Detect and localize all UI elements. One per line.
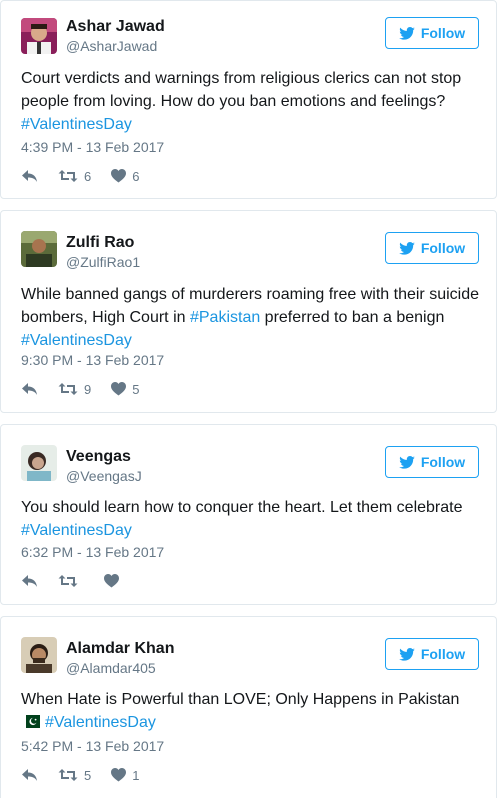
like-count: 6 — [132, 168, 140, 184]
tweet-card: Zulfi Rao @ZulfiRao1 Follow While banned… — [0, 210, 497, 413]
reply-icon — [22, 769, 37, 781]
pakistan-flag-icon — [21, 715, 40, 728]
retweet-icon — [58, 769, 78, 781]
hashtag-link[interactable]: #ValentinesDay — [45, 714, 156, 731]
tweet-text: When Hate is Powerful than LOVE; Only Ha… — [21, 691, 460, 731]
user-handle[interactable]: @Alamdar405 — [66, 660, 156, 676]
follow-label: Follow — [420, 454, 466, 470]
heart-icon — [111, 768, 127, 782]
reply-icon — [22, 383, 37, 395]
tweet-card: Ashar Jawad @AsharJawad Follow Court ver… — [0, 0, 497, 199]
tweet-timestamp[interactable]: 6:32 PM - 13 Feb 2017 — [21, 544, 164, 560]
tweet-feed: Ashar Jawad @AsharJawad Follow Court ver… — [0, 0, 501, 798]
avatar[interactable] — [21, 18, 57, 54]
retweet-icon — [58, 383, 78, 395]
like-button[interactable]: 1 — [111, 768, 139, 783]
reply-icon — [22, 575, 37, 587]
twitter-bird-icon — [399, 241, 415, 255]
retweet-icon — [58, 575, 78, 587]
hashtag-link[interactable]: #ValentinesDay — [21, 522, 132, 539]
avatar[interactable] — [21, 637, 57, 673]
like-count: 1 — [132, 767, 140, 783]
avatar[interactable] — [21, 231, 57, 267]
hashtag-link[interactable]: #Pakistan — [190, 309, 260, 326]
heart-icon — [104, 574, 119, 588]
reply-button[interactable] — [21, 768, 38, 782]
display-name[interactable]: Zulfi Rao — [66, 234, 134, 252]
retweet-count: 9 — [84, 381, 92, 397]
twitter-bird-icon — [399, 647, 415, 661]
follow-label: Follow — [420, 25, 466, 41]
retweet-button[interactable]: 6 — [58, 169, 91, 184]
avatar[interactable] — [21, 445, 57, 481]
hashtag-link[interactable]: #ValentinesDay — [21, 116, 132, 133]
like-button[interactable]: 6 — [111, 169, 139, 184]
user-handle[interactable]: @AsharJawad — [66, 38, 157, 54]
reply-button[interactable] — [21, 169, 38, 183]
tweet-timestamp[interactable]: 9:30 PM - 13 Feb 2017 — [21, 352, 164, 368]
tweet-timestamp[interactable]: 4:39 PM - 13 Feb 2017 — [21, 139, 164, 155]
user-handle[interactable]: @VeengasJ — [66, 468, 142, 484]
tweet-actions: 6 6 — [21, 167, 159, 185]
retweet-button[interactable] — [58, 574, 84, 588]
retweet-button[interactable]: 5 — [58, 768, 91, 783]
follow-button[interactable]: Follow — [385, 638, 479, 670]
follow-button[interactable]: Follow — [385, 17, 479, 49]
display-name[interactable]: Ashar Jawad — [66, 18, 165, 36]
like-count: 5 — [132, 381, 140, 397]
tweet-text: While banned gangs of murderers roaming … — [21, 286, 480, 349]
retweet-icon — [58, 170, 78, 182]
retweet-count: 5 — [84, 767, 92, 783]
reply-icon — [22, 170, 37, 182]
follow-label: Follow — [420, 646, 466, 662]
twitter-bird-icon — [399, 455, 415, 469]
follow-button[interactable]: Follow — [385, 232, 479, 264]
follow-label: Follow — [420, 240, 466, 256]
tweet-text: You should learn how to conquer the hear… — [21, 499, 463, 539]
display-name[interactable]: Alamdar Khan — [66, 640, 174, 658]
tweet-card: Alamdar Khan @Alamdar405 Follow When Hat… — [0, 616, 497, 798]
hashtag-link[interactable]: #ValentinesDay — [21, 332, 132, 349]
like-button[interactable]: 5 — [111, 382, 139, 397]
tweet-text: Court verdicts and warnings from religio… — [21, 70, 462, 133]
user-handle[interactable]: @ZulfiRao1 — [66, 254, 140, 270]
retweet-count: 6 — [84, 168, 92, 184]
follow-button[interactable]: Follow — [385, 446, 479, 478]
heart-icon — [111, 382, 127, 396]
tweet-timestamp[interactable]: 5:42 PM - 13 Feb 2017 — [21, 738, 164, 754]
retweet-button[interactable]: 9 — [58, 382, 91, 397]
reply-button[interactable] — [21, 382, 38, 396]
tweet-actions — [21, 572, 145, 590]
tweet-card: Veengas @VeengasJ Follow You should lear… — [0, 424, 497, 605]
tweet-actions: 9 5 — [21, 380, 159, 398]
reply-button[interactable] — [21, 574, 38, 588]
heart-icon — [111, 169, 127, 183]
display-name[interactable]: Veengas — [66, 448, 131, 466]
tweet-actions: 5 1 — [21, 766, 159, 784]
twitter-bird-icon — [399, 26, 415, 40]
like-button[interactable] — [104, 574, 125, 588]
